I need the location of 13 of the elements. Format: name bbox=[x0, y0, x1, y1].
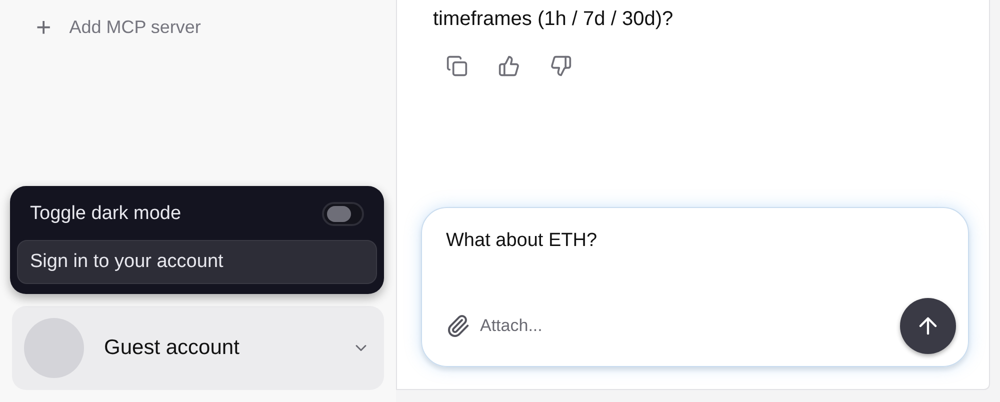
account-card[interactable]: Guest account bbox=[12, 306, 384, 390]
menu-item[interactable]: Sign in to your account bbox=[17, 240, 377, 284]
paperclip-icon bbox=[446, 314, 470, 338]
attach-button[interactable]: Attach... bbox=[446, 314, 542, 338]
message-composer[interactable]: What about ETH? Attach... bbox=[421, 207, 969, 367]
message-input[interactable]: What about ETH? bbox=[446, 230, 956, 252]
add-server-link[interactable]: Add MCP server bbox=[69, 16, 201, 38]
send-button[interactable] bbox=[900, 298, 956, 354]
account-name: Guest account bbox=[104, 336, 240, 360]
plus-icon: + bbox=[36, 14, 52, 40]
toggle-switch[interactable] bbox=[322, 202, 364, 226]
message-text: timeframes (1h / 7d / 30d)? bbox=[432, 7, 674, 32]
menu-item-label[interactable]: Toggle dark mode bbox=[30, 203, 182, 225]
